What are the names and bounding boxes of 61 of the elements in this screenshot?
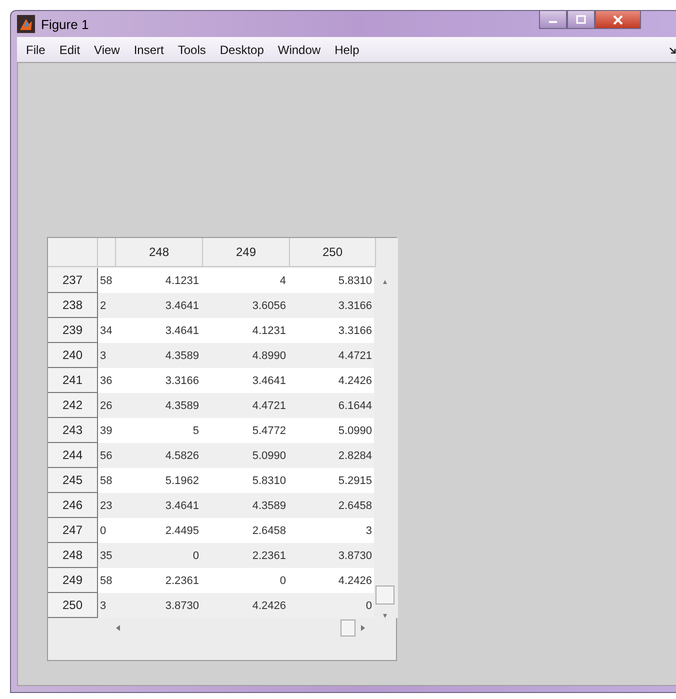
row-header[interactable]: 247 xyxy=(48,518,98,543)
row-header[interactable]: 243 xyxy=(48,418,98,443)
row-header[interactable]: 246 xyxy=(48,493,98,518)
table-cell: 4.1231 xyxy=(116,268,203,293)
dock-arrow-icon[interactable] xyxy=(669,47,676,55)
table-cell: 3 xyxy=(290,518,376,543)
table-cell: 36 xyxy=(98,368,116,393)
close-icon xyxy=(613,14,623,24)
row-header[interactable]: 242 xyxy=(48,393,98,418)
maximize-icon xyxy=(576,15,586,24)
close-button[interactable] xyxy=(595,10,641,29)
app-icon xyxy=(17,15,35,33)
row-header[interactable]: 241 xyxy=(48,368,98,393)
row-header[interactable]: 239 xyxy=(48,318,98,343)
menu-item[interactable]: Tools xyxy=(170,42,213,56)
table-cell: 0 xyxy=(203,568,290,593)
table-cell: 4.2426 xyxy=(290,368,376,393)
table-cell: 58 xyxy=(98,268,116,293)
menu-item[interactable]: Desktop xyxy=(212,42,271,56)
table-cell: 2.2361 xyxy=(116,568,203,593)
table-cell: 58 xyxy=(98,568,116,593)
table-cell: 3.4641 xyxy=(116,318,203,343)
table-cell: 4.1231 xyxy=(203,318,290,343)
row-header[interactable]: 240 xyxy=(48,343,98,368)
table-cell: 3.4641 xyxy=(203,368,290,393)
column-header[interactable]: 248 xyxy=(116,238,203,267)
table-cell: 5.1962 xyxy=(116,468,203,493)
menu-item[interactable]: View xyxy=(87,42,127,56)
menu-item[interactable]: Help xyxy=(328,42,366,56)
window-title: Figure 1 xyxy=(41,16,89,32)
maximize-button[interactable] xyxy=(567,10,595,29)
minimize-button[interactable] xyxy=(539,10,567,29)
table-cell: 4 xyxy=(203,268,290,293)
table-cell: 34 xyxy=(98,318,116,343)
column-header[interactable]: 250 xyxy=(290,238,376,267)
table-cell: 0 xyxy=(98,518,116,543)
menu-item[interactable]: File xyxy=(19,42,52,56)
table-cell: 5 xyxy=(116,418,203,443)
table-cell: 3.3166 xyxy=(290,318,376,343)
table-cell: 2.6458 xyxy=(203,518,290,543)
row-header[interactable]: 237 xyxy=(48,268,98,293)
menu-item[interactable]: Window xyxy=(270,42,328,56)
table-cell: 5.8310 xyxy=(203,468,290,493)
row-header[interactable]: 250 xyxy=(48,593,98,618)
row-header[interactable]: 245 xyxy=(48,468,98,493)
table-cell: 58 xyxy=(98,468,116,493)
menu-item[interactable]: Edit xyxy=(52,42,88,56)
table-cell: 5.8310 xyxy=(290,268,376,293)
table-cell: 5.0990 xyxy=(290,418,376,443)
row-header[interactable]: 248 xyxy=(48,543,98,568)
row-header[interactable]: 238 xyxy=(48,293,98,318)
table-cell: 3.3166 xyxy=(116,368,203,393)
row-header[interactable]: 244 xyxy=(48,443,98,468)
table-cell: 39 xyxy=(98,418,116,443)
table-cell: 5.2915 xyxy=(290,468,376,493)
column-header[interactable]: 249 xyxy=(203,238,290,267)
table-cell: 4.2426 xyxy=(290,568,376,593)
table-cell: 5.4772 xyxy=(203,418,290,443)
table-cell: 2.4495 xyxy=(116,518,203,543)
row-header[interactable]: 249 xyxy=(48,568,98,593)
menu-item[interactable]: Insert xyxy=(126,42,171,56)
